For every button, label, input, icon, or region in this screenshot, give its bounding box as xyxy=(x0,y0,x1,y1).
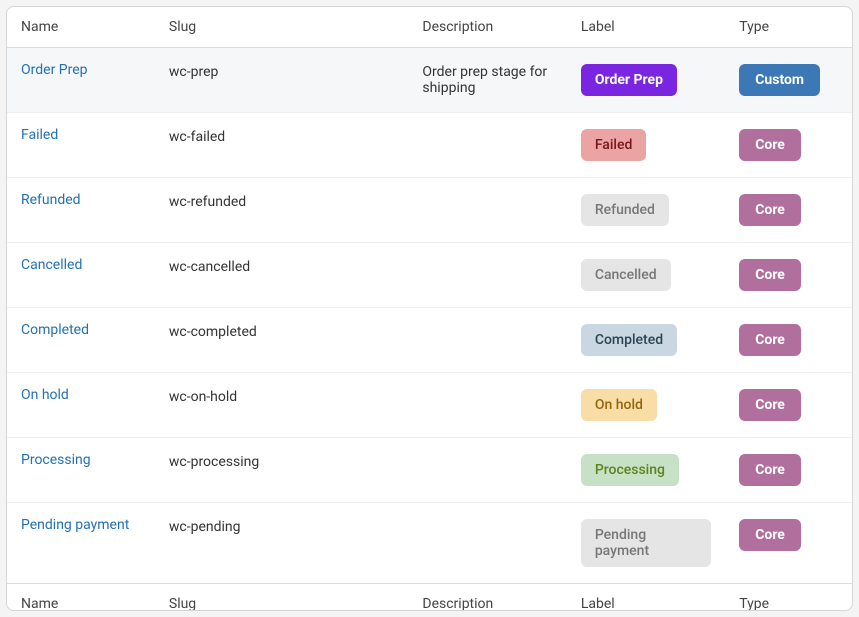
table-header: Name Slug Description Label Type xyxy=(7,7,852,48)
cell-slug: wc-pending xyxy=(155,503,409,584)
cell-description xyxy=(408,438,566,503)
status-name-link[interactable]: Failed xyxy=(21,127,58,143)
table-row: Refunded wc-refunded Refunded Core xyxy=(7,178,852,243)
status-label-badge: Pending payment xyxy=(581,519,711,567)
status-label-badge: Completed xyxy=(581,324,677,356)
cell-slug: wc-failed xyxy=(155,113,409,178)
status-label-badge: Refunded xyxy=(581,194,669,226)
cell-type: Core xyxy=(725,308,852,373)
cell-slug: wc-on-hold xyxy=(155,373,409,438)
status-name-link[interactable]: Order Prep xyxy=(21,62,88,78)
column-header-name[interactable]: Name xyxy=(7,7,155,48)
cell-name: Completed xyxy=(7,308,155,373)
status-type-badge: Core xyxy=(739,519,801,551)
cell-description xyxy=(408,178,566,243)
table-body: Order Prep wc-prepOrder prep stage for sh… xyxy=(7,48,852,584)
cell-slug: wc-refunded xyxy=(155,178,409,243)
cell-type: Custom xyxy=(725,48,852,113)
cell-label: Processing xyxy=(567,438,725,503)
status-name-link[interactable]: Refunded xyxy=(21,192,81,208)
cell-type: Core xyxy=(725,243,852,308)
column-footer-slug[interactable]: Slug xyxy=(155,584,409,612)
column-footer-label[interactable]: Label xyxy=(567,584,725,612)
cell-name: Pending payment xyxy=(7,503,155,584)
table-row: Pending payment wc-pending Pending payment… xyxy=(7,503,852,584)
cell-slug: wc-processing xyxy=(155,438,409,503)
status-label-badge: Cancelled xyxy=(581,259,671,291)
table-row: On hold wc-on-hold On hold Core xyxy=(7,373,852,438)
cell-description xyxy=(408,373,566,438)
cell-label: Completed xyxy=(567,308,725,373)
status-type-badge: Custom xyxy=(739,64,820,96)
status-type-badge: Core xyxy=(739,389,801,421)
column-footer-name[interactable]: Name xyxy=(7,584,155,612)
status-name-link[interactable]: Completed xyxy=(21,322,89,338)
cell-name: Failed xyxy=(7,113,155,178)
cell-label: Pending payment xyxy=(567,503,725,584)
cell-label: Order Prep xyxy=(567,48,725,113)
cell-type: Core xyxy=(725,503,852,584)
table-row: Cancelled wc-cancelled Cancelled Core xyxy=(7,243,852,308)
cell-label: Cancelled xyxy=(567,243,725,308)
column-header-type[interactable]: Type xyxy=(725,7,852,48)
column-footer-description[interactable]: Description xyxy=(408,584,566,612)
cell-name: Order Prep xyxy=(7,48,155,113)
cell-description xyxy=(408,308,566,373)
cell-slug: wc-prep xyxy=(155,48,409,113)
status-name-link[interactable]: Cancelled xyxy=(21,257,82,273)
status-table-panel: Name Slug Description Label Type Order P… xyxy=(6,6,853,611)
status-type-badge: Core xyxy=(739,129,801,161)
cell-description xyxy=(408,113,566,178)
status-label-badge: On hold xyxy=(581,389,657,421)
column-header-description[interactable]: Description xyxy=(408,7,566,48)
status-label-badge: Order Prep xyxy=(581,64,677,96)
cell-name: Refunded xyxy=(7,178,155,243)
cell-label: Refunded xyxy=(567,178,725,243)
column-header-label[interactable]: Label xyxy=(567,7,725,48)
cell-type: Core xyxy=(725,373,852,438)
status-name-link[interactable]: Processing xyxy=(21,452,91,468)
cell-type: Core xyxy=(725,113,852,178)
cell-name: Processing xyxy=(7,438,155,503)
cell-slug: wc-cancelled xyxy=(155,243,409,308)
table-row: Failed wc-failed Failed Core xyxy=(7,113,852,178)
table-row: Order Prep wc-prepOrder prep stage for sh… xyxy=(7,48,852,113)
status-name-link[interactable]: On hold xyxy=(21,387,69,403)
cell-name: Cancelled xyxy=(7,243,155,308)
table-footer: Name Slug Description Label Type xyxy=(7,584,852,612)
cell-type: Core xyxy=(725,438,852,503)
status-label-badge: Failed xyxy=(581,129,647,161)
status-type-badge: Core xyxy=(739,259,801,291)
cell-label: On hold xyxy=(567,373,725,438)
status-type-badge: Core xyxy=(739,324,801,356)
status-label-badge: Processing xyxy=(581,454,679,486)
cell-label: Failed xyxy=(567,113,725,178)
table-row: Processing wc-processing Processing Core xyxy=(7,438,852,503)
column-footer-type[interactable]: Type xyxy=(725,584,852,612)
table-row: Completed wc-completed Completed Core xyxy=(7,308,852,373)
cell-type: Core xyxy=(725,178,852,243)
column-header-slug[interactable]: Slug xyxy=(155,7,409,48)
cell-slug: wc-completed xyxy=(155,308,409,373)
status-type-badge: Core xyxy=(739,194,801,226)
status-table: Name Slug Description Label Type Order P… xyxy=(7,7,852,611)
cell-description: Order prep stage for shipping xyxy=(408,48,566,113)
cell-description xyxy=(408,243,566,308)
cell-description xyxy=(408,503,566,584)
cell-name: On hold xyxy=(7,373,155,438)
status-name-link[interactable]: Pending payment xyxy=(21,517,129,533)
status-type-badge: Core xyxy=(739,454,801,486)
